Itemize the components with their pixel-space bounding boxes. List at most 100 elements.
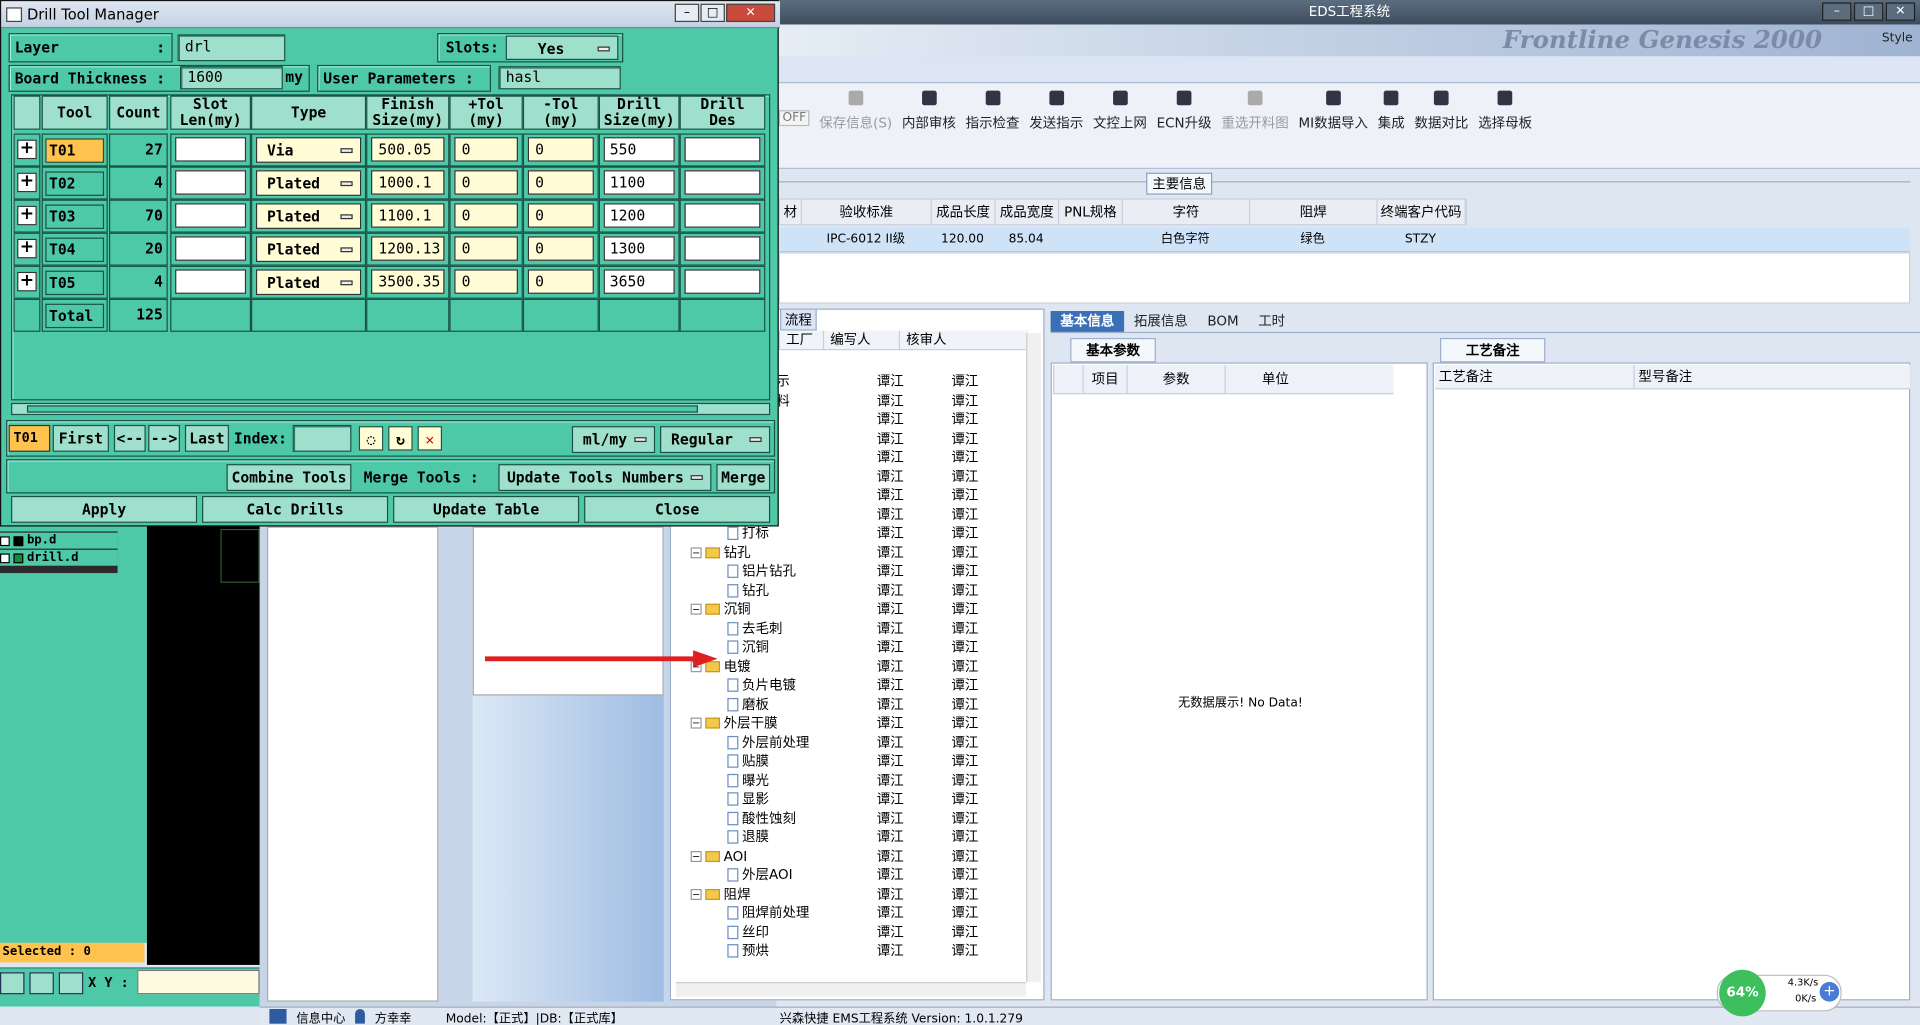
finish-input[interactable]: 1000.1	[371, 170, 445, 195]
maximize-icon[interactable]: □	[1853, 2, 1884, 21]
tool-cell[interactable]: T01	[41, 133, 108, 167]
grid-icon[interactable]	[269, 1008, 287, 1024]
mode-dropdown[interactable]: Regular	[660, 426, 771, 454]
type-dropdown[interactable]: Plated	[255, 170, 362, 196]
tree-row[interactable]: − 沉铜 谭江 谭江	[673, 600, 1028, 619]
tree-row[interactable]: − 钻孔 谭江 谭江	[673, 543, 1028, 562]
tool-cell[interactable]: T05	[41, 265, 108, 299]
ntol-input[interactable]: 0	[527, 137, 594, 162]
tab-bom[interactable]: BOM	[1198, 311, 1249, 332]
collapse-icon[interactable]: −	[690, 717, 702, 729]
next-button[interactable]: -->	[148, 424, 181, 452]
drill-des-input[interactable]	[684, 236, 761, 261]
ribbon-button-8[interactable]: 集成	[1374, 83, 1408, 167]
main-info-tab[interactable]: 主要信息	[1146, 172, 1213, 195]
expand-plus-icon[interactable]: +	[17, 139, 37, 160]
tab-basic-info[interactable]: 基本信息	[1050, 311, 1125, 332]
expand-plus-icon[interactable]: +	[17, 173, 37, 193]
layer-input[interactable]: drl	[177, 34, 286, 62]
ribbon-button-6[interactable]: 重选开料图	[1218, 83, 1293, 167]
process-tree-tab[interactable]: 流程	[780, 308, 817, 331]
slot-len-input[interactable]	[175, 137, 247, 162]
ptol-input[interactable]: 0	[454, 236, 518, 261]
drill-input[interactable]: 1300	[603, 236, 675, 261]
expand-plus-icon[interactable]: +	[17, 272, 37, 292]
expand-plus-icon[interactable]: +	[17, 205, 37, 226]
tool-cell[interactable]: T04	[41, 232, 108, 266]
drill-input[interactable]: 550	[603, 137, 675, 162]
maximize-icon[interactable]: □	[700, 3, 725, 23]
merge-button[interactable]: Merge	[716, 464, 771, 492]
units-dropdown[interactable]: ml/my	[571, 426, 656, 454]
user-params-input[interactable]: hasl	[498, 66, 621, 90]
ptol-input[interactable]: 0	[454, 269, 518, 294]
drill-input[interactable]: 1200	[603, 203, 675, 228]
slots-dropdown[interactable]: Yes	[505, 35, 619, 61]
ribbon-button-3[interactable]: 发送指示	[1026, 83, 1087, 167]
ribbon-button-1[interactable]: 内部审核	[898, 83, 959, 167]
tree-row[interactable]: 外层前处理 谭江 谭江	[673, 733, 1028, 752]
tree-row[interactable]: 去毛刺 谭江 谭江	[673, 619, 1028, 638]
finish-input[interactable]: 1100.1	[371, 203, 445, 228]
refresh-icon[interactable]: ↻	[388, 426, 413, 451]
tree-row[interactable]: −电镀谭江谭江	[673, 657, 1028, 676]
slot-len-input[interactable]	[175, 236, 247, 261]
zoom-icon[interactable]	[0, 972, 25, 995]
tree-row[interactable]: 磨板 谭江 谭江	[673, 695, 1028, 714]
type-dropdown[interactable]: Plated	[255, 269, 362, 296]
tree-row[interactable]: − 阻焊 谭江 谭江	[673, 885, 1028, 904]
ptol-input[interactable]: 0	[454, 203, 518, 228]
tree-vertical-scrollbar[interactable]	[1026, 333, 1041, 983]
tree-row[interactable]: − 外层干膜 谭江 谭江	[673, 714, 1028, 733]
ntol-input[interactable]: 0	[527, 170, 594, 195]
tree-row[interactable]: 阻焊前处理 谭江 谭江	[673, 904, 1028, 923]
tree-row[interactable]: 贴膜 谭江 谭江	[673, 752, 1028, 771]
ntol-input[interactable]: 0	[527, 269, 594, 294]
close-icon[interactable]: ✕	[1885, 2, 1916, 21]
prev-button[interactable]: <--	[113, 424, 146, 452]
type-dropdown[interactable]: Via	[255, 137, 362, 163]
type-dropdown[interactable]: Plated	[255, 236, 362, 263]
expand-plus-icon[interactable]: +	[17, 238, 37, 259]
slot-len-input[interactable]	[175, 170, 247, 195]
last-button[interactable]: Last	[184, 424, 229, 452]
ribbon-button-2[interactable]: 指示检查	[962, 83, 1023, 167]
ptol-input[interactable]: 0	[454, 137, 518, 162]
collapse-icon[interactable]: −	[690, 603, 702, 615]
tool-cell[interactable]: T03	[41, 199, 108, 233]
tree-row[interactable]: 负片电镀 谭江 谭江	[673, 676, 1028, 695]
minimize-icon[interactable]: –	[1822, 2, 1852, 21]
tree-row[interactable]: 显影 谭江 谭江	[673, 790, 1028, 809]
tab-work-hours[interactable]: 工时	[1248, 311, 1295, 332]
layer-checkbox[interactable]	[0, 535, 10, 546]
grid-snap-icon[interactable]	[58, 972, 84, 995]
craft-notes-tab[interactable]: 工艺备注	[1440, 337, 1546, 363]
drill-des-input[interactable]	[684, 170, 761, 195]
ribbon-button-4[interactable]: 文控上网	[1089, 83, 1150, 167]
plus-icon[interactable]: +	[1819, 982, 1840, 1002]
tree-row[interactable]: 钻孔 谭江 谭江	[673, 581, 1028, 600]
tree-horizontal-scrollbar[interactable]	[675, 982, 1027, 997]
info-center-link[interactable]: 信息中心	[296, 1007, 345, 1025]
tree-row[interactable]: − AOI 谭江 谭江	[673, 847, 1028, 866]
genesis-canvas[interactable]	[146, 524, 260, 965]
layer-row[interactable]: drill.d	[0, 549, 118, 566]
tree-row[interactable]: 铝片钻孔 谭江 谭江	[673, 562, 1028, 581]
main-info-grid-row[interactable]: IPC-6012 II级 120.00 85.04 白色字符 绿色 STZY	[778, 227, 1911, 253]
collapse-icon[interactable]: −	[690, 546, 702, 558]
tab-extended-info[interactable]: 拓展信息	[1124, 311, 1197, 332]
layer-checkbox[interactable]	[0, 552, 10, 563]
xy-input[interactable]	[137, 969, 260, 995]
finish-input[interactable]: 500.05	[371, 137, 445, 162]
ribbon-button-7[interactable]: MI数据导入	[1295, 83, 1372, 167]
ribbon-button-5[interactable]: ECN升级	[1153, 83, 1215, 167]
ribbon-button-10[interactable]: 选择母板	[1475, 83, 1536, 167]
tree-row[interactable]: 沉铜 谭江 谭江	[673, 638, 1028, 657]
tree-row[interactable]: 丝印 谭江 谭江	[673, 923, 1028, 942]
ribbon-button-0[interactable]: 保存信息(S)	[816, 83, 896, 167]
apply-button[interactable]: Apply	[11, 495, 198, 523]
tree-row[interactable]: 外层AOI 谭江 谭江	[673, 866, 1028, 885]
drill-des-input[interactable]	[684, 269, 761, 294]
measure-icon[interactable]	[29, 972, 54, 995]
scrollbar-thumb[interactable]	[26, 405, 698, 413]
